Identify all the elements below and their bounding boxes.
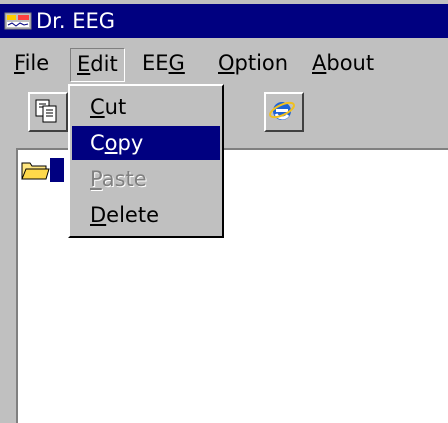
menu-item-paste: Paste (90, 167, 147, 191)
tree-item-selected[interactable] (50, 158, 64, 182)
menu-edit[interactable]: Edit (70, 48, 125, 82)
copy-icon (35, 99, 57, 123)
internet-explorer-icon (269, 101, 295, 120)
menu-bar: File Edit EEG Option About (0, 38, 448, 84)
window-title: Dr. EEG (36, 9, 116, 33)
menu-item-cut[interactable]: Cut (72, 90, 220, 124)
menu-item-delete[interactable]: Delete (72, 198, 220, 232)
menu-file[interactable]: File (8, 48, 55, 80)
app-icon (4, 12, 32, 30)
toolbar-copy-button[interactable] (28, 92, 68, 132)
toolbar-browser-button[interactable] (264, 92, 304, 132)
menu-item-copy[interactable]: Copy (72, 126, 220, 160)
title-bar[interactable]: Dr. EEG (0, 4, 448, 38)
menu-option[interactable]: Option (212, 48, 294, 80)
app-window: Dr. EEG File Edit EEG Option About Cut C… (0, 0, 448, 423)
edit-menu-dropdown: Cut Copy Paste Delete (68, 84, 224, 238)
menu-eeg[interactable]: EEG (136, 48, 191, 80)
menu-about[interactable]: About (306, 48, 380, 80)
folder-icon[interactable] (20, 158, 50, 182)
